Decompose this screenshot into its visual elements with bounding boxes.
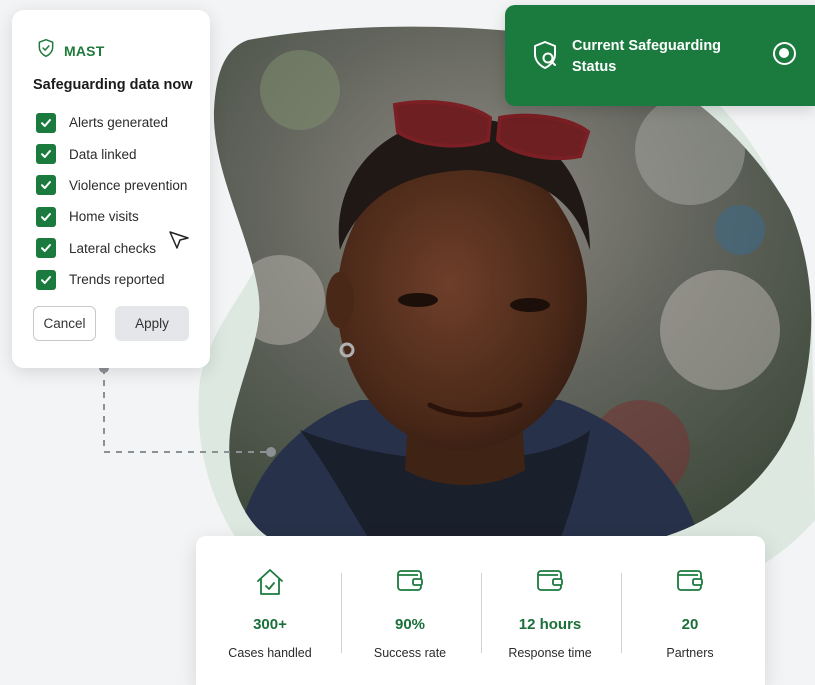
status-title: Current Safeguarding Status xyxy=(572,38,722,75)
status-radio[interactable] xyxy=(773,42,796,65)
checkbox-item-violence-prevention[interactable]: Violence prevention xyxy=(36,170,187,201)
stat-partners: 20 Partners xyxy=(620,536,760,685)
checkbox-item-trends-reported[interactable]: Trends reported xyxy=(36,264,187,295)
checkbox-label: Violence prevention xyxy=(69,177,188,193)
checkbox-label: Lateral checks xyxy=(69,240,157,256)
check-icon xyxy=(41,118,51,127)
checkbox-label: Trends reported xyxy=(69,272,165,288)
stat-value: 90% xyxy=(394,616,426,633)
apply-button[interactable]: Apply xyxy=(115,306,189,341)
stat-value: 20 xyxy=(681,616,699,633)
wallet-icon xyxy=(534,564,566,601)
stat-label: Success rate xyxy=(373,646,447,660)
stat-label: Partners xyxy=(666,646,714,660)
checkbox[interactable] xyxy=(36,206,56,227)
check-icon xyxy=(41,212,51,221)
wallet-icon xyxy=(394,564,426,601)
stats-panel: 300+ Cases handled 90% Success rate 12 h… xyxy=(196,536,765,685)
checkbox[interactable] xyxy=(36,175,56,196)
house-check-icon xyxy=(252,564,288,605)
wallet-icon xyxy=(674,564,706,601)
stat-label: Cases handled xyxy=(228,646,312,660)
checkbox[interactable] xyxy=(36,238,56,259)
stat-value: 12 hours xyxy=(518,616,582,633)
check-icon xyxy=(41,181,51,190)
checkbox-item-home-visits[interactable]: Home visits xyxy=(36,201,187,232)
cancel-button[interactable]: Cancel xyxy=(33,306,96,341)
mouse-cursor-icon xyxy=(169,231,189,249)
shield-check-icon xyxy=(36,38,56,63)
check-icon xyxy=(41,244,51,253)
check-icon xyxy=(41,150,51,159)
brand-name: MAST xyxy=(64,42,105,59)
current-status-card[interactable]: Current Safeguarding Status xyxy=(505,5,815,106)
checkbox[interactable] xyxy=(36,269,56,290)
checkbox-list: Alerts generated Data linked Violence pr… xyxy=(36,107,187,295)
panel-title: Safeguarding data now xyxy=(33,77,193,93)
checkbox-item-lateral-checks[interactable]: Lateral checks xyxy=(36,233,187,264)
checkbox-item-alerts-generated[interactable]: Alerts generated xyxy=(36,107,187,138)
stat-cases-handled: 300+ Cases handled xyxy=(200,536,340,685)
shield-search-icon xyxy=(529,39,561,76)
stat-value: 300+ xyxy=(253,616,287,633)
checkbox-label: Data linked xyxy=(69,146,137,162)
checkbox[interactable] xyxy=(36,144,56,165)
checkbox-label: Alerts generated xyxy=(69,115,169,131)
stat-label: Response time xyxy=(508,646,592,660)
radio-dot xyxy=(779,48,789,58)
checkbox-item-data-linked[interactable]: Data linked xyxy=(36,138,187,169)
checkbox-label: Home visits xyxy=(69,209,139,225)
stat-success-rate: 90% Success rate xyxy=(340,536,480,685)
checkbox[interactable] xyxy=(36,112,56,133)
safeguarding-filter-panel: MAST Safeguarding data now Alerts genera… xyxy=(12,10,210,368)
stat-response-time: 12 hours Response time xyxy=(480,536,620,685)
brand: MAST xyxy=(36,38,104,63)
check-icon xyxy=(41,275,51,284)
